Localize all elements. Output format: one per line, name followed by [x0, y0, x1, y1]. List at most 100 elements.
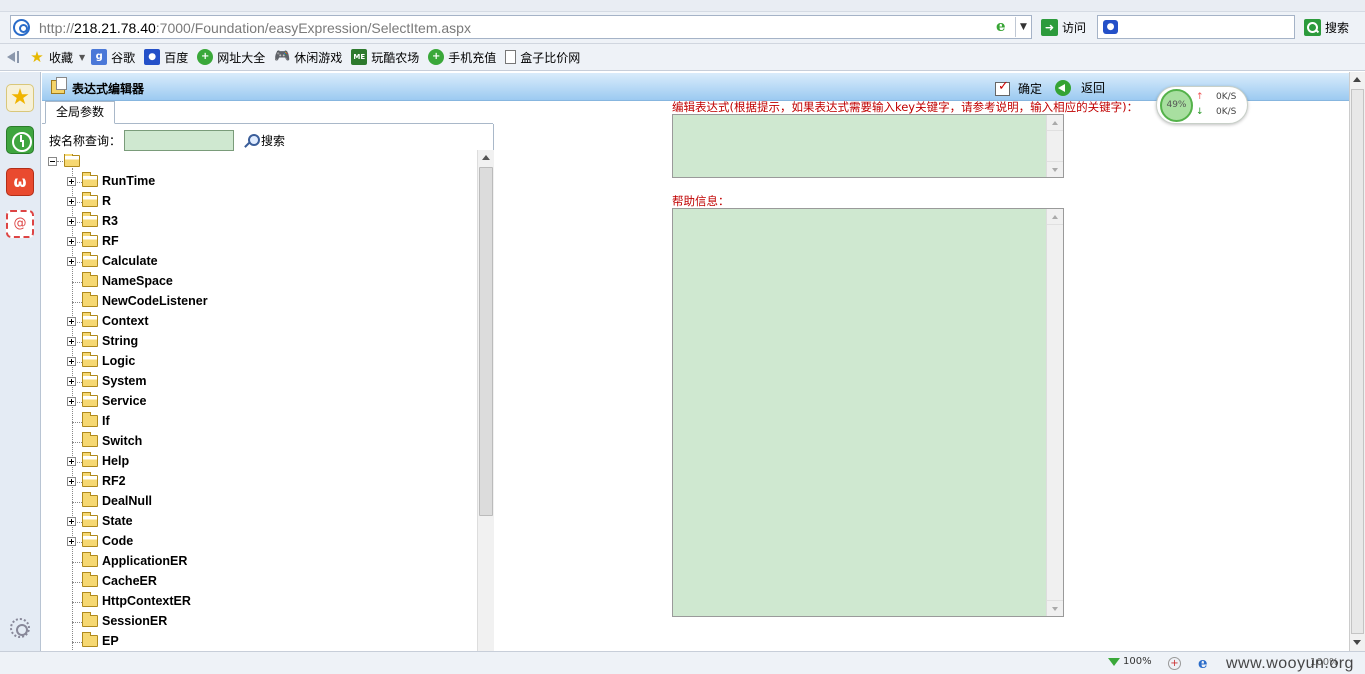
expand-icon[interactable]: [67, 477, 76, 486]
tree-node[interactable]: Service: [47, 392, 475, 412]
browser-search-input[interactable]: ●: [1097, 15, 1295, 39]
tree-node-label[interactable]: ApplicationER: [102, 554, 187, 568]
baidu-paw-icon[interactable]: ●: [1103, 20, 1118, 34]
tree-node-label[interactable]: SessionER: [102, 614, 167, 628]
ok-button[interactable]: 确定: [995, 79, 1042, 97]
tree-node[interactable]: CacheER: [47, 572, 475, 592]
tree-node-label[interactable]: If: [102, 414, 110, 428]
tree-node[interactable]: NameSpace: [47, 272, 475, 292]
back-arrow-icon[interactable]: [7, 50, 21, 64]
expand-icon[interactable]: [67, 317, 76, 326]
url-dropdown-icon[interactable]: ▼: [1015, 17, 1031, 37]
scroll-thumb[interactable]: [479, 167, 493, 516]
fav-item-collect[interactable]: ★ 收藏: [29, 49, 73, 66]
tree-node-label[interactable]: Help: [102, 454, 129, 468]
chevron-down-icon[interactable]: ▼: [79, 53, 85, 62]
fav-item-nav-site[interactable]: + 网址大全: [197, 49, 265, 66]
expand-icon[interactable]: [67, 337, 76, 346]
search-input[interactable]: [124, 130, 235, 151]
url-input[interactable]: http://218.21.78.40:7000/Foundation/easy…: [10, 15, 1032, 39]
tree-node[interactable]: HttpContextER: [47, 592, 475, 612]
tree-node-label[interactable]: Calculate: [102, 254, 158, 268]
tree-node[interactable]: Switch: [47, 432, 475, 452]
tree-node-label[interactable]: NameSpace: [102, 274, 173, 288]
scroll-up-icon[interactable]: [1047, 209, 1063, 225]
tree-node[interactable]: Code: [47, 532, 475, 552]
add-icon[interactable]: +: [1168, 657, 1181, 670]
scroll-down-icon[interactable]: [1047, 600, 1063, 616]
tree-node-label[interactable]: CacheER: [102, 574, 157, 588]
tree-node[interactable]: RF: [47, 232, 475, 252]
network-speed-widget[interactable]: 49% ↑ 0K/S ↓ 0K/S: [1156, 86, 1248, 124]
tree-node[interactable]: DealNull: [47, 492, 475, 512]
fav-item-recharge[interactable]: + 手机充值: [428, 49, 496, 66]
fav-item-price[interactable]: 盒子比价网: [505, 49, 580, 66]
tree-node-label[interactable]: Code: [102, 534, 133, 548]
tree-node-label[interactable]: HttpContextER: [102, 594, 191, 608]
tree-node-label[interactable]: RF2: [102, 474, 126, 488]
tree-node-label[interactable]: Logic: [102, 354, 135, 368]
expand-icon[interactable]: [67, 397, 76, 406]
tree-node[interactable]: Calculate: [47, 252, 475, 272]
search-button[interactable]: 搜索: [244, 132, 285, 149]
fav-item-games[interactable]: 🎮 休闲游戏: [274, 49, 342, 66]
go-button[interactable]: ➜ 访问: [1041, 17, 1086, 37]
scroll-up-icon[interactable]: [478, 150, 494, 166]
scroll-up-icon[interactable]: [1350, 72, 1365, 88]
tree-node-label[interactable]: Switch: [102, 434, 142, 448]
tree-node[interactable]: State: [47, 512, 475, 532]
tree-node[interactable]: String: [47, 332, 475, 352]
tree-node[interactable]: R3: [47, 212, 475, 232]
tree-node-label[interactable]: R: [102, 194, 111, 208]
fav-item-google[interactable]: g 谷歌: [91, 49, 135, 66]
expand-icon[interactable]: [67, 357, 76, 366]
tree-node-label[interactable]: NewCodeListener: [102, 294, 208, 308]
expression-scrollbar[interactable]: [1046, 115, 1063, 177]
fav-item-farm[interactable]: ME 玩酷农场: [351, 49, 419, 66]
tree-root[interactable]: [47, 154, 107, 170]
favorites-star-icon[interactable]: ★: [6, 84, 34, 112]
tree-node[interactable]: If: [47, 412, 475, 432]
tree-node-label[interactable]: Context: [102, 314, 149, 328]
tree-node-label[interactable]: System: [102, 374, 146, 388]
expand-icon[interactable]: [67, 457, 76, 466]
gear-icon[interactable]: [10, 618, 30, 638]
ie-icon[interactable]: e: [1198, 654, 1208, 672]
expand-icon[interactable]: [67, 377, 76, 386]
tree-node[interactable]: RF2: [47, 472, 475, 492]
tree-node[interactable]: SessionER: [47, 612, 475, 632]
tree-node[interactable]: System: [47, 372, 475, 392]
expand-icon[interactable]: [67, 257, 76, 266]
tab-global-params[interactable]: 全局参数: [45, 101, 115, 124]
tree-node-label[interactable]: DealNull: [102, 494, 152, 508]
download-zoom[interactable]: 100%: [1108, 656, 1152, 667]
tree-node[interactable]: NewCodeListener: [47, 292, 475, 312]
scroll-up-icon[interactable]: [1047, 115, 1063, 131]
weibo-icon[interactable]: ω: [6, 168, 34, 196]
url-text[interactable]: http://218.21.78.40:7000/Foundation/easy…: [39, 20, 471, 36]
expression-textarea[interactable]: [672, 114, 1064, 178]
scroll-down-icon[interactable]: [1350, 635, 1365, 651]
expand-icon[interactable]: [67, 197, 76, 206]
expand-icon[interactable]: [67, 537, 76, 546]
tree-scrollbar[interactable]: [477, 150, 494, 651]
tree-node-label[interactable]: R3: [102, 214, 118, 228]
history-clock-icon[interactable]: [6, 126, 34, 154]
expand-icon[interactable]: [67, 237, 76, 246]
expand-icon[interactable]: [67, 517, 76, 526]
tree-node[interactable]: Context: [47, 312, 475, 332]
fav-item-baidu[interactable]: ● 百度: [144, 49, 188, 66]
scroll-down-icon[interactable]: [1047, 161, 1063, 177]
tree-node-label[interactable]: RF: [102, 234, 119, 248]
help-textarea[interactable]: [672, 208, 1064, 617]
tree-node[interactable]: ApplicationER: [47, 552, 475, 572]
tree-node[interactable]: RunTime: [47, 172, 475, 192]
mail-icon[interactable]: @: [6, 210, 34, 238]
tree-node[interactable]: R: [47, 192, 475, 212]
collapse-icon[interactable]: [48, 157, 57, 166]
tree-node-label[interactable]: EP: [102, 634, 119, 648]
expand-icon[interactable]: [67, 177, 76, 186]
tree-node-label[interactable]: State: [102, 514, 133, 528]
ie-compat-icon[interactable]: e: [996, 19, 1010, 34]
browser-search-button[interactable]: 搜索: [1304, 17, 1349, 37]
